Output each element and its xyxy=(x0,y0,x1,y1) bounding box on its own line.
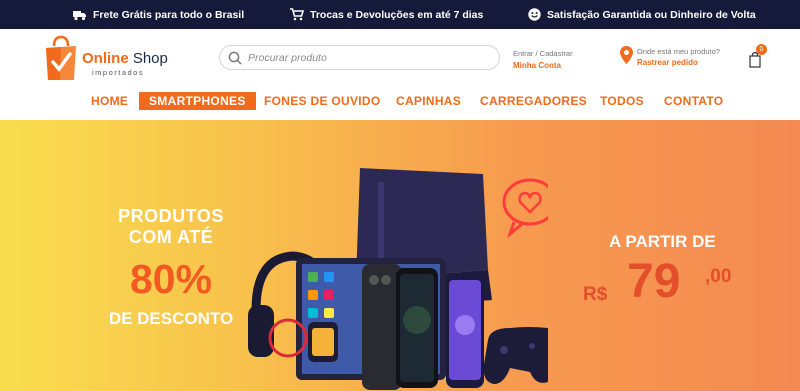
search-bar xyxy=(219,45,500,70)
discount-percent: 80% xyxy=(129,256,213,302)
where-is-product-text: Onde está meu produto? xyxy=(637,47,720,56)
location-pin-icon xyxy=(620,46,633,64)
free-shipping-notice: Frete Grátis para todo o Brasil xyxy=(73,0,244,29)
site-header: Online Shop importados Entrar / Cadastra… xyxy=(0,29,800,84)
discount-promo: PRODUTOS COM ATÉ 80% DE DESCONTO xyxy=(96,206,246,330)
free-shipping-text: Frete Grátis para todo o Brasil xyxy=(93,8,245,21)
logo-text: Online Shop xyxy=(82,50,168,67)
search-icon[interactable] xyxy=(228,51,242,65)
electronics-product-image xyxy=(248,168,548,390)
search-input[interactable] xyxy=(248,51,488,64)
nav-contact[interactable]: CONTATO xyxy=(664,92,723,110)
smartphones-image xyxy=(362,264,484,390)
track-order-block[interactable]: Onde está meu produto? Rastrear pedido xyxy=(620,46,720,68)
satisfaction-text: Satisfação Garantida ou Dinheiro de Volt… xyxy=(547,8,756,21)
price-cents: ,00 xyxy=(705,266,732,287)
nav-headphones[interactable]: FONES DE OUVIDO xyxy=(264,92,381,110)
my-account-link[interactable]: Minha Conta xyxy=(513,60,573,72)
nav-chargers[interactable]: CARREGADORES xyxy=(480,92,587,110)
top-announcement-bar: Frete Grátis para todo o Brasil Trocas e… xyxy=(0,0,800,29)
shopping-bag-logo-icon xyxy=(46,35,76,80)
cart-button[interactable]: 0 xyxy=(748,44,770,69)
track-order-link[interactable]: Rastrear pedido xyxy=(637,57,720,68)
promo-line-products: PRODUTOS xyxy=(118,206,224,226)
truck-icon xyxy=(73,8,87,22)
promo-line-up-to: COM ATÉ xyxy=(128,227,214,247)
cart-icon xyxy=(290,8,304,22)
nav-smartphones[interactable]: SMARTPHONES xyxy=(139,92,256,110)
nav-all[interactable]: TODOS xyxy=(600,92,644,110)
smile-icon xyxy=(527,8,541,22)
game-controller-image xyxy=(483,327,548,384)
returns-text: Trocas e Devoluções em até 7 dias xyxy=(310,8,484,21)
site-logo[interactable]: Online Shop importados xyxy=(44,34,184,82)
heart-bubble-icon xyxy=(502,178,548,239)
price-value: 79 xyxy=(627,255,681,308)
nav-home[interactable]: HOME xyxy=(91,92,128,110)
nav-cases[interactable]: CAPINHAS xyxy=(396,92,461,110)
logo-tagline: importados xyxy=(92,68,145,77)
account-block[interactable]: Entrar / Cadastrar Minha Conta xyxy=(513,48,573,72)
hero-banner[interactable]: PRODUTOS COM ATÉ 80% DE DESCONTO A PARTI… xyxy=(0,120,800,391)
cart-count-badge: 0 xyxy=(756,44,767,55)
main-navigation: HOME SMARTPHONES FONES DE OUVIDO CAPINHA… xyxy=(0,84,800,120)
promo-line-discount: DE DESCONTO xyxy=(108,309,234,328)
price-currency: R$ xyxy=(583,284,608,305)
returns-notice: Trocas e Devoluções em até 7 dias xyxy=(290,0,483,29)
starting-from-text: A PARTIR DE xyxy=(609,232,716,251)
login-register-text[interactable]: Entrar / Cadastrar xyxy=(513,49,573,58)
satisfaction-notice: Satisfação Garantida ou Dinheiro de Volt… xyxy=(527,0,756,29)
